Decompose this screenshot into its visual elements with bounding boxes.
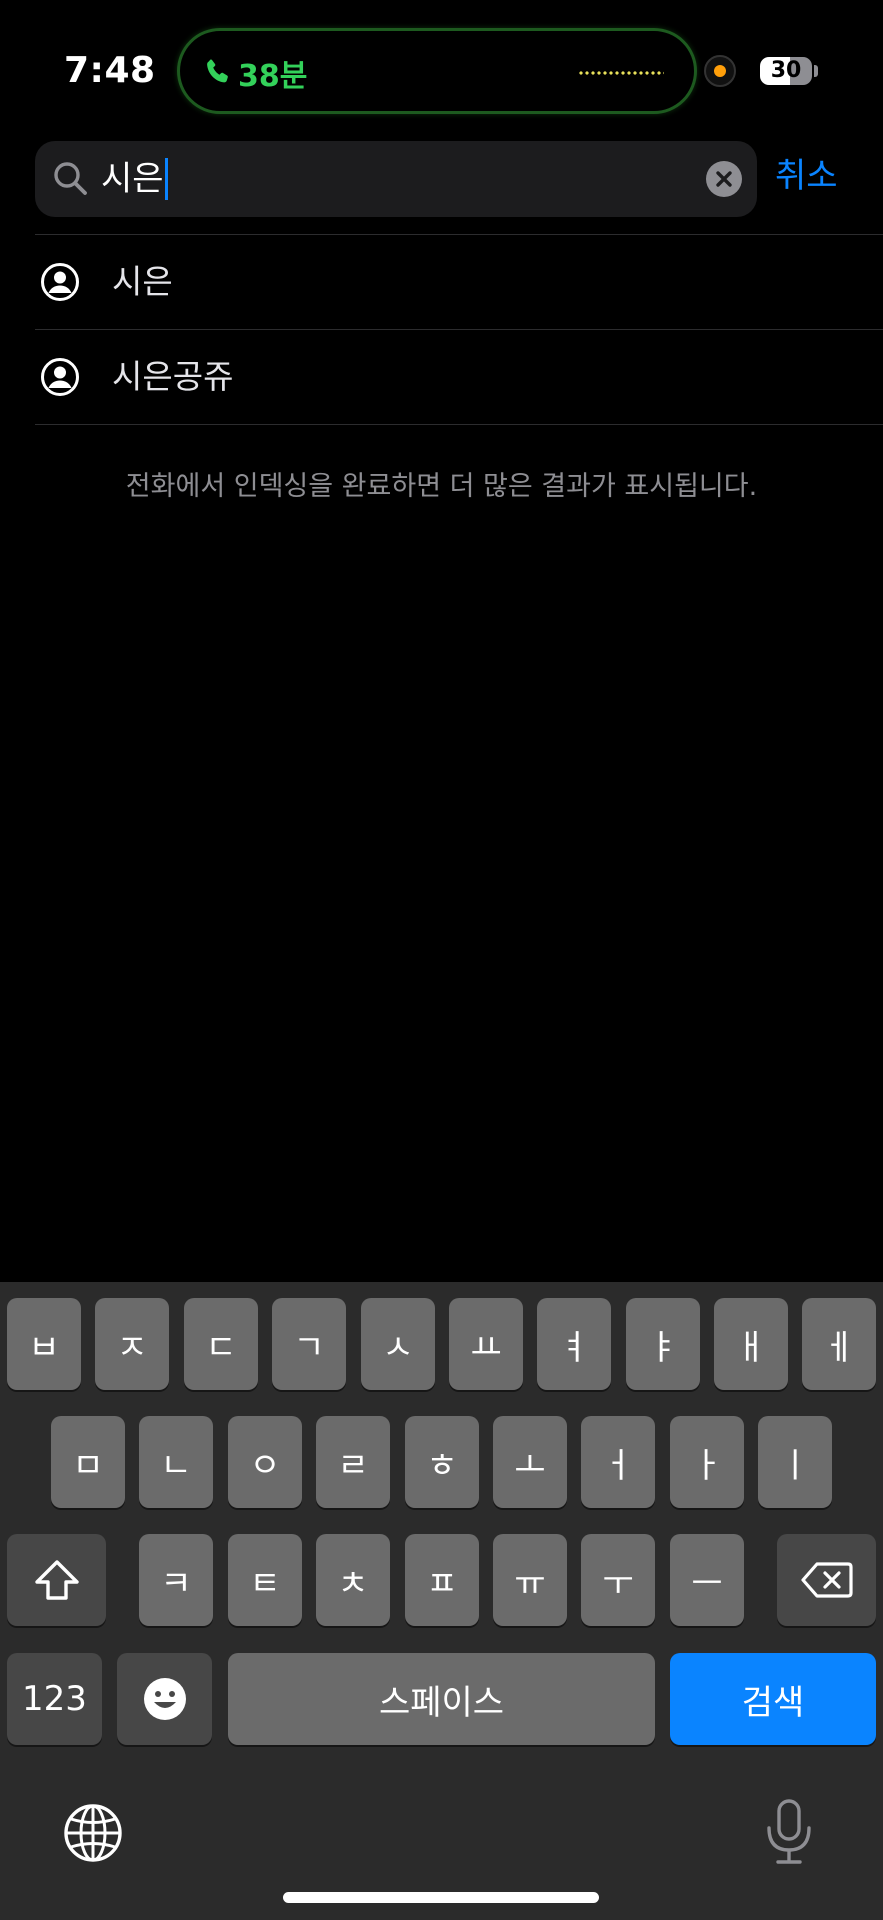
key[interactable]: ㅓ [581,1416,655,1508]
key[interactable]: ㅡ [670,1534,744,1626]
key[interactable]: ㄹ [316,1416,390,1508]
key[interactable]: ㅊ [316,1534,390,1626]
key[interactable]: ㅂ [7,1298,81,1390]
key[interactable]: ㅏ [670,1416,744,1508]
person-circle-icon [41,358,79,396]
clear-search-button[interactable] [706,161,742,197]
key[interactable]: ㅋ [139,1534,213,1626]
result-row-1[interactable]: 시은 [0,235,883,329]
phone-icon [207,59,228,83]
key[interactable]: ㅐ [714,1298,788,1390]
battery-icon: 30 [760,57,812,85]
key[interactable]: ㄷ [184,1298,258,1390]
home-indicator[interactable] [283,1892,599,1903]
key[interactable]: ㅎ [405,1416,479,1508]
key[interactable]: ㅑ [626,1298,700,1390]
search-icon [54,162,87,195]
key[interactable]: ㅅ [361,1298,435,1390]
call-duration: 38분 [238,59,308,94]
divider [35,424,883,425]
recording-indicator-icon [704,55,736,87]
dynamic-island-call[interactable]: 38분 [177,28,697,114]
result-label: 시은공쥬 [112,357,234,396]
delete-key[interactable] [777,1534,876,1626]
result-row-2[interactable]: 시은공쥬 [0,330,883,424]
key[interactable]: ㅣ [758,1416,832,1508]
key[interactable]: ㅠ [493,1534,567,1626]
key[interactable]: ㅌ [228,1534,302,1626]
search-query: 시은 [101,159,164,199]
result-label: 시은 [112,262,173,301]
shift-arrow-icon [34,1560,79,1600]
key[interactable]: ㅇ [228,1416,302,1508]
delete-backspace-icon [800,1562,853,1598]
close-icon [716,171,732,187]
key[interactable]: ㅔ [802,1298,876,1390]
search-key[interactable]: 검색 [670,1653,876,1745]
key[interactable]: ㄱ [272,1298,346,1390]
person-circle-icon [41,263,79,301]
key[interactable]: ㅁ [51,1416,125,1508]
audio-waveform-icon [578,70,664,76]
key[interactable]: ㅈ [95,1298,169,1390]
globe-icon[interactable] [62,1802,124,1864]
emoji-smile-icon [143,1678,186,1720]
microphone-icon[interactable] [762,1798,816,1866]
text-caret [164,158,168,200]
space-key[interactable]: 스페이스 [228,1653,655,1745]
keyboard: ㅂ ㅈ ㄷ ㄱ ㅅ ㅛ ㅕ ㅑ ㅐ ㅔ ㅁ ㄴ ㅇ ㄹ ㅎ ㅗ ㅓ ㅏ ㅣ ㅋ … [0,1282,883,1920]
battery-level: 30 [770,58,802,83]
status-time: 7:48 [64,50,156,91]
emoji-key[interactable] [117,1653,212,1745]
search-input[interactable]: 시은 [35,141,757,217]
key[interactable]: ㅍ [405,1534,479,1626]
numbers-key[interactable]: 123 [7,1653,102,1745]
key[interactable]: ㅜ [581,1534,655,1626]
status-bar: 7:48 38분 30 [0,0,883,120]
search-query-text: 시은 [101,153,168,205]
key[interactable]: ㅗ [493,1416,567,1508]
cancel-button[interactable]: 취소 [775,151,838,201]
key[interactable]: ㅛ [449,1298,523,1390]
indexing-info-message: 전화에서 인덱싱을 완료하면 더 많은 결과가 표시됩니다. [125,471,758,502]
key[interactable]: ㅕ [537,1298,611,1390]
shift-key[interactable] [7,1534,106,1626]
key[interactable]: ㄴ [139,1416,213,1508]
battery-tip [814,65,818,77]
